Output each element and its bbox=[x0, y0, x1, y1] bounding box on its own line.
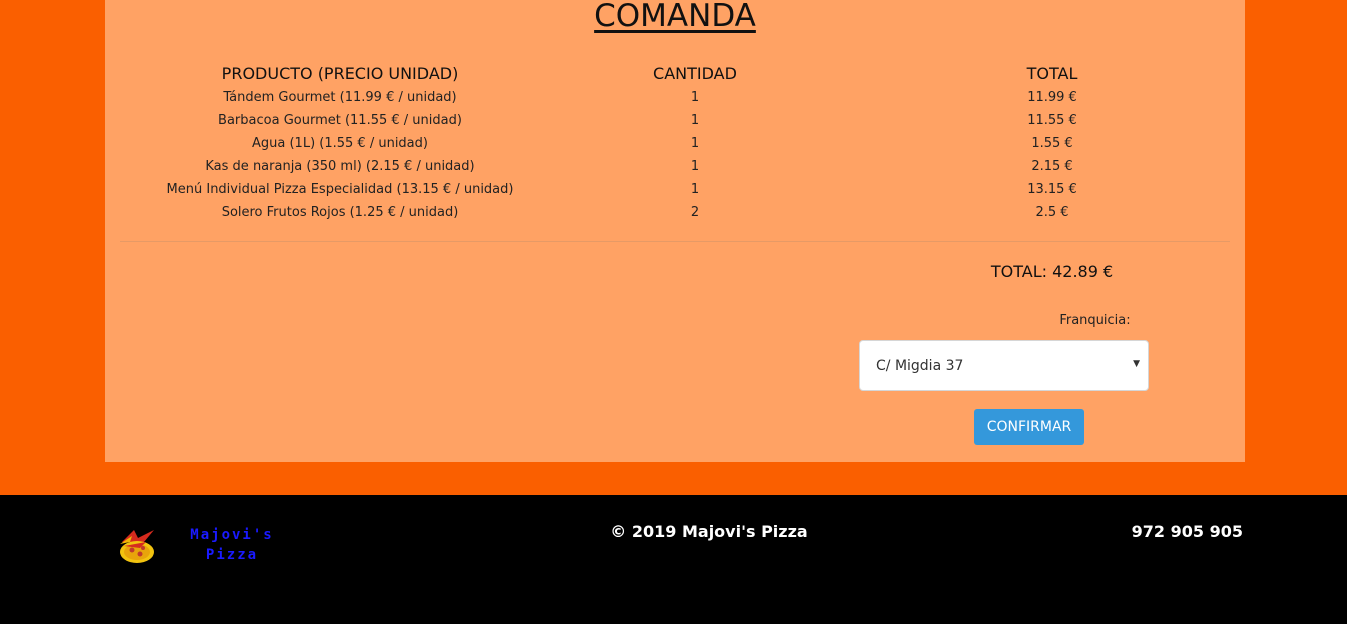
franchise-label: Franquicia: bbox=[1059, 313, 1131, 328]
header-quantity: CANTIDAD bbox=[653, 64, 737, 83]
row-product: Tándem Gourmet (11.99 € / unidad) bbox=[223, 90, 457, 105]
row-quantity: 2 bbox=[690, 205, 700, 220]
chevron-down-icon: ▼ bbox=[1133, 359, 1140, 369]
logo-line-2: Pizza bbox=[205, 547, 259, 563]
row-product: Agua (1L) (1.55 € / unidad) bbox=[252, 136, 428, 151]
row-product: Menú Individual Pizza Especialidad (13.1… bbox=[166, 182, 514, 197]
order-panel: COMANDA PRODUCTO (PRECIO UNIDAD) CANTIDA… bbox=[105, 0, 1245, 462]
row-total: 2.5 € bbox=[1035, 205, 1069, 220]
page-title: COMANDA bbox=[594, 0, 756, 34]
footer-phone: 972 905 905 bbox=[1131, 522, 1243, 541]
row-product: Kas de naranja (350 ml) (2.15 € / unidad… bbox=[205, 159, 475, 174]
row-product: Solero Frutos Rojos (1.25 € / unidad) bbox=[221, 205, 459, 220]
grand-total: TOTAL: 42.89 € bbox=[990, 262, 1114, 281]
row-quantity: 1 bbox=[690, 182, 700, 197]
row-total: 11.99 € bbox=[1027, 90, 1077, 105]
row-total: 1.55 € bbox=[1031, 136, 1073, 151]
row-quantity: 1 bbox=[690, 136, 700, 151]
franchise-select[interactable]: C/ Migdia 37 ▼ bbox=[859, 340, 1149, 391]
header-product: PRODUCTO (PRECIO UNIDAD) bbox=[221, 64, 459, 83]
confirm-button[interactable]: CONFIRMAR bbox=[974, 409, 1084, 445]
header-total: TOTAL bbox=[1026, 64, 1078, 83]
row-quantity: 1 bbox=[690, 90, 700, 105]
franchise-selected-value: C/ Migdia 37 bbox=[876, 358, 964, 374]
row-total: 2.15 € bbox=[1031, 159, 1073, 174]
row-quantity: 1 bbox=[690, 159, 700, 174]
row-product: Barbacoa Gourmet (11.55 € / unidad) bbox=[218, 113, 462, 128]
row-total: 13.15 € bbox=[1027, 182, 1077, 197]
row-total: 11.55 € bbox=[1027, 113, 1077, 128]
divider bbox=[120, 241, 1230, 242]
row-quantity: 1 bbox=[690, 113, 700, 128]
